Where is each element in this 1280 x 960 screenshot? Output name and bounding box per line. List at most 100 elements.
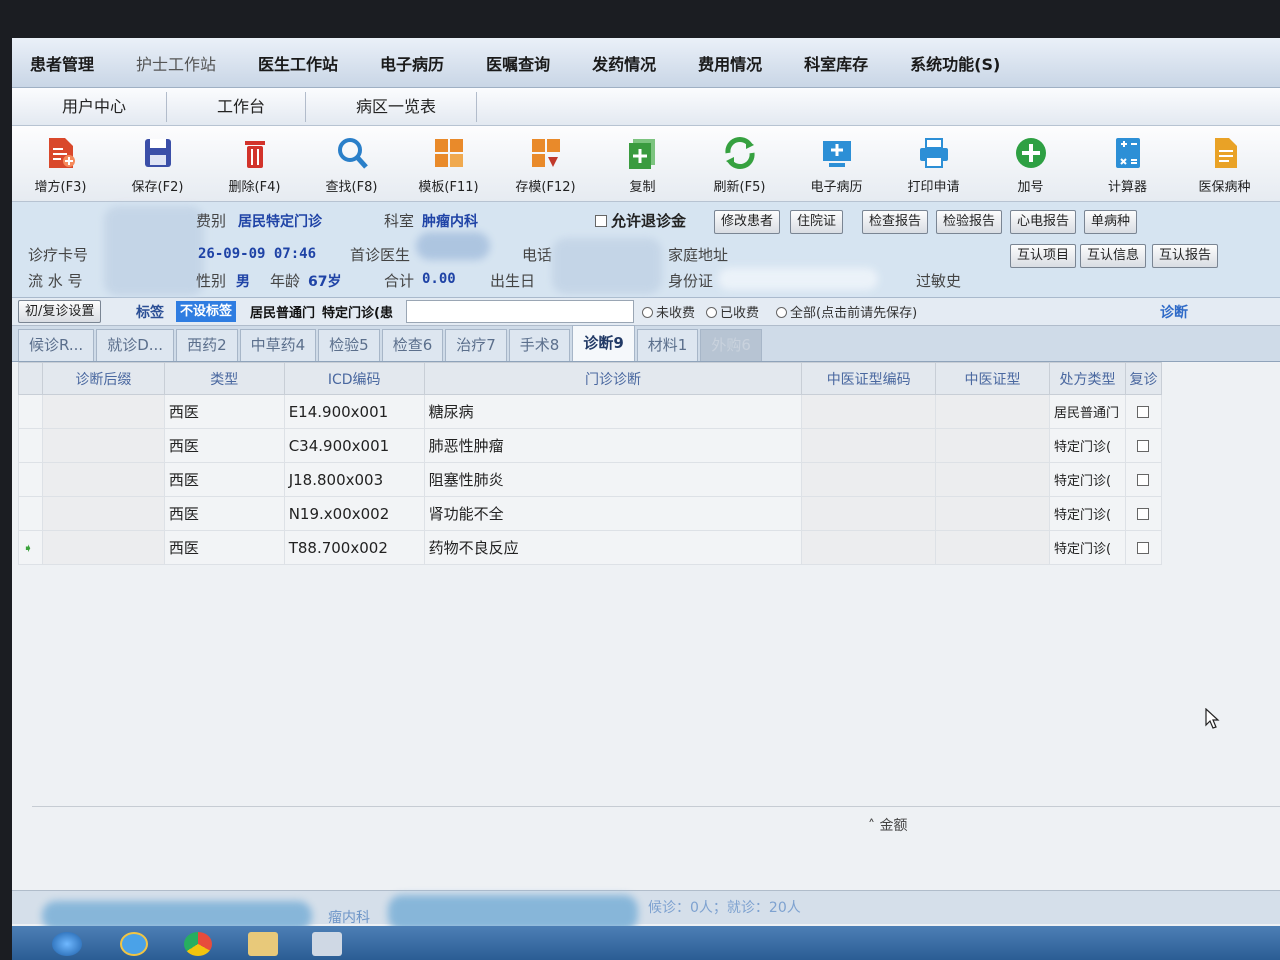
diagnosis-cell[interactable]: 肺恶性肿瘤 xyxy=(423,428,803,463)
menu-item-5[interactable]: 发药情况 xyxy=(592,51,656,75)
section-tab-10[interactable]: 外购6 xyxy=(700,329,762,361)
grid-header-6[interactable]: 中医证型 xyxy=(935,362,1050,395)
prescription-type-cell[interactable]: 特定门诊( xyxy=(1048,428,1126,463)
ie-browser-icon[interactable] xyxy=(120,932,148,956)
tool-button-10[interactable]: 加号 xyxy=(982,126,1079,198)
section-tab-2[interactable]: 西药2 xyxy=(176,329,238,361)
prescription-type-cell[interactable]: 居民普通门 xyxy=(1048,394,1126,429)
revisit-checkbox[interactable] xyxy=(1124,530,1163,565)
tcm-type-cell[interactable] xyxy=(935,496,1050,531)
diagnosis-link[interactable]: 诊断 xyxy=(1160,302,1188,322)
app-icon[interactable] xyxy=(312,932,342,956)
tool-button-11[interactable]: 计算器 xyxy=(1079,126,1176,198)
prescription-type-cell[interactable]: 特定门诊( xyxy=(1048,530,1126,565)
lab-report-button[interactable]: 检验报告 xyxy=(936,210,1003,234)
menu-item-1[interactable]: 护士工作站 xyxy=(136,51,216,75)
menu-item-7[interactable]: 科室库存 xyxy=(804,51,868,75)
chrome-icon[interactable] xyxy=(184,932,212,956)
grid-header-3[interactable]: ICD编码 xyxy=(283,362,425,395)
subtab-0[interactable]: 用户中心 xyxy=(12,91,168,122)
tcm-code-cell[interactable] xyxy=(801,496,937,531)
diagnosis-cell[interactable]: 阻塞性肺炎 xyxy=(423,462,803,497)
tool-button-3[interactable]: 查找(F8) xyxy=(303,126,400,198)
edit-patient-button[interactable]: 修改患者 xyxy=(714,210,781,234)
tool-button-4[interactable]: 模板(F11) xyxy=(400,126,497,198)
revisit-checkbox[interactable] xyxy=(1124,428,1163,463)
icd-cell[interactable]: T88.700x002 xyxy=(283,530,425,565)
grid-header-5[interactable]: 中医证型编码 xyxy=(801,362,937,395)
grid-header-8[interactable]: 复诊 xyxy=(1124,362,1163,395)
section-tab-5[interactable]: 检查6 xyxy=(381,329,444,361)
icd-cell[interactable]: E14.900x001 xyxy=(283,394,425,429)
grid-header-0[interactable] xyxy=(18,362,43,395)
table-row[interactable]: 西医 C34.900x001 肺恶性肿瘤 特定门诊( xyxy=(18,428,1163,463)
section-tab-0[interactable]: 候诊R... xyxy=(18,329,95,361)
tcm-type-cell[interactable] xyxy=(935,428,1050,463)
diagnosis-cell[interactable]: 糖尿病 xyxy=(423,394,803,429)
mutual-item-button[interactable]: 互认项目 xyxy=(1010,244,1077,268)
icd-cell[interactable]: N19.x00x002 xyxy=(283,496,425,531)
section-tab-4[interactable]: 检验5 xyxy=(318,329,380,361)
subtab-2[interactable]: 病区一览表 xyxy=(306,91,478,122)
table-row[interactable]: 西医 J18.800x003 阻塞性肺炎 特定门诊( xyxy=(18,462,1163,497)
menu-item-2[interactable]: 医生工作站 xyxy=(258,51,338,75)
table-row[interactable]: ➧ 西医 T88.700x002 药物不良反应 特定门诊( xyxy=(18,530,1163,565)
single-disease-button[interactable]: 单病种 xyxy=(1084,210,1138,234)
menu-item-0[interactable]: 患者管理 xyxy=(30,51,94,75)
allow-refund-checkbox[interactable]: 允许退诊金 xyxy=(595,210,686,231)
section-tab-6[interactable]: 治疗7 xyxy=(445,329,507,361)
tool-button-5[interactable]: 存模(F12) xyxy=(497,126,594,198)
type-cell[interactable]: 西医 xyxy=(163,428,285,463)
prescription-type-cell[interactable]: 特定门诊( xyxy=(1048,496,1126,531)
tag-select[interactable]: 不设标签 xyxy=(176,301,237,322)
grid-header-1[interactable]: 诊断后缀 xyxy=(41,362,165,395)
tool-button-1[interactable]: 保存(F2) xyxy=(109,126,206,198)
type-cell[interactable]: 西医 xyxy=(163,394,285,429)
exam-report-button[interactable]: 检查报告 xyxy=(862,210,929,234)
tool-button-7[interactable]: 刷新(F5) xyxy=(691,126,788,198)
paid-radio[interactable]: 已收费 xyxy=(706,302,759,321)
icd-cell[interactable]: C34.900x001 xyxy=(283,428,425,463)
section-tab-1[interactable]: 就诊D... xyxy=(96,329,175,361)
grid-header-2[interactable]: 类型 xyxy=(163,362,285,395)
prescription-type-2[interactable]: 特定门诊(患 xyxy=(322,302,393,321)
tcm-type-cell[interactable] xyxy=(935,394,1050,429)
diagnosis-suffix-cell[interactable] xyxy=(41,530,165,565)
diagnosis-suffix-cell[interactable] xyxy=(41,394,165,429)
mutual-info-button[interactable]: 互认信息 xyxy=(1080,244,1147,268)
tool-button-0[interactable]: 增方(F3) xyxy=(12,126,109,198)
start-orb-icon[interactable] xyxy=(52,932,82,956)
prescription-type-cell[interactable]: 特定门诊( xyxy=(1048,462,1126,497)
tool-button-8[interactable]: 电子病历 xyxy=(788,126,885,198)
revisit-checkbox[interactable] xyxy=(1124,462,1163,497)
all-radio[interactable]: 全部(点击前请先保存) xyxy=(776,302,917,321)
mutual-report-button[interactable]: 互认报告 xyxy=(1152,244,1219,268)
menu-item-6[interactable]: 费用情况 xyxy=(698,51,762,75)
grid-header-4[interactable]: 门诊诊断 xyxy=(423,362,803,395)
visit-setting-button[interactable]: 初/复诊设置 xyxy=(18,300,102,323)
table-row[interactable]: 西医 E14.900x001 糖尿病 居民普通门 xyxy=(18,394,1163,429)
tcm-code-cell[interactable] xyxy=(801,530,937,565)
diagnosis-cell[interactable]: 药物不良反应 xyxy=(423,530,803,565)
menu-item-3[interactable]: 电子病历 xyxy=(380,51,444,75)
revisit-checkbox[interactable] xyxy=(1124,394,1163,429)
type-cell[interactable]: 西医 xyxy=(163,462,285,497)
ecg-report-button[interactable]: 心电报告 xyxy=(1010,210,1077,234)
icd-cell[interactable]: J18.800x003 xyxy=(283,462,425,497)
type-cell[interactable]: 西医 xyxy=(163,496,285,531)
type-cell[interactable]: 西医 xyxy=(163,530,285,565)
diagnosis-suffix-cell[interactable] xyxy=(41,428,165,463)
revisit-checkbox[interactable] xyxy=(1124,496,1163,531)
grid-header-7[interactable]: 处方类型 xyxy=(1048,362,1126,395)
menu-item-4[interactable]: 医嘱查询 xyxy=(486,51,550,75)
diagnosis-suffix-cell[interactable] xyxy=(41,496,165,531)
tcm-code-cell[interactable] xyxy=(801,428,937,463)
diagnosis-suffix-cell[interactable] xyxy=(41,462,165,497)
folder-icon[interactable] xyxy=(248,932,278,956)
section-tab-9[interactable]: 材料1 xyxy=(636,329,699,361)
unpaid-radio[interactable]: 未收费 xyxy=(642,302,695,321)
admission-cert-button[interactable]: 住院证 xyxy=(790,210,844,234)
section-tab-3[interactable]: 中草药4 xyxy=(239,329,317,361)
subtab-1[interactable]: 工作台 xyxy=(167,91,307,122)
filter-input[interactable] xyxy=(406,300,634,323)
